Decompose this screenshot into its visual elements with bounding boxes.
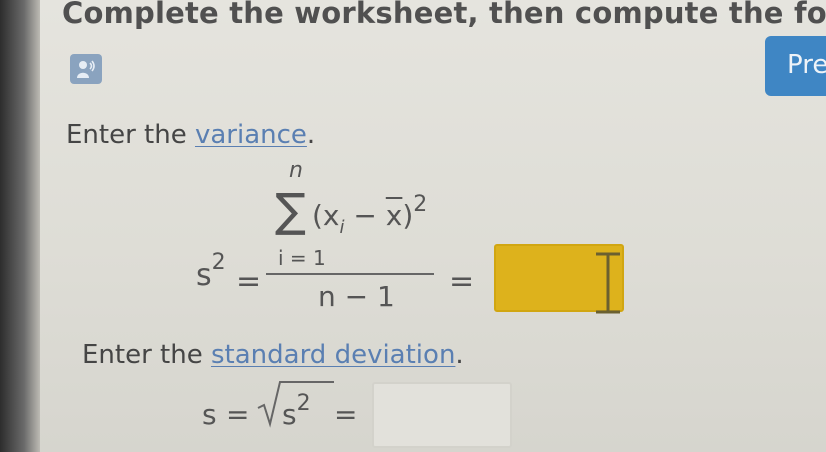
variance-lhs-symbol: s — [196, 258, 212, 293]
term-open: (x — [312, 199, 340, 232]
summation-term: (xi − x)2 — [312, 192, 427, 238]
sum-lower-limit: i = 1 — [278, 246, 326, 270]
variance-link[interactable]: variance — [195, 120, 307, 150]
variance-equals-1: = — [236, 264, 262, 299]
stddev-prompt-prefix: Enter the — [82, 340, 211, 370]
stddev-lhs: s — [202, 398, 217, 431]
term-subscript: i — [339, 217, 345, 238]
stddev-equals-1: = — [226, 398, 250, 431]
stddev-radicand: s2 — [282, 391, 311, 431]
previous-button-label: Pre — [787, 50, 826, 80]
variance-equals-2: = — [449, 264, 475, 299]
term-minus: − — [344, 199, 386, 232]
denominator: n − 1 — [318, 280, 395, 313]
fraction-bar — [266, 273, 434, 275]
speaker-icon — [77, 60, 95, 78]
sum-upper-limit: n — [289, 158, 303, 183]
variance-lhs-exponent: 2 — [211, 250, 226, 275]
variance-prompt-suffix: . — [306, 120, 316, 150]
term-close: ) — [402, 199, 414, 232]
text-cursor-icon — [596, 252, 620, 314]
left-edge-shadow — [0, 0, 40, 452]
audio-button[interactable] — [70, 54, 102, 84]
variance-prompt-prefix: Enter the — [66, 120, 195, 150]
radicand-symbol: s — [282, 398, 297, 431]
stddev-prompt-suffix: . — [455, 340, 464, 370]
variance-lhs: s2 — [196, 250, 226, 293]
radicand-exponent: 2 — [296, 391, 311, 416]
variance-prompt: Enter the variance. — [66, 120, 315, 150]
term-exponent: 2 — [413, 192, 428, 217]
stddev-answer-input[interactable] — [372, 382, 512, 448]
previous-button[interactable]: Pre — [765, 36, 826, 96]
stddev-equals-2: = — [334, 398, 358, 431]
summation-symbol: ∑ — [275, 183, 306, 237]
term-xbar: x — [385, 199, 403, 232]
stddev-prompt: Enter the standard deviation. — [82, 340, 464, 370]
instruction-title: Complete the worksheet, then compute the… — [62, 0, 826, 30]
standard-deviation-link[interactable]: standard deviation — [211, 340, 455, 370]
